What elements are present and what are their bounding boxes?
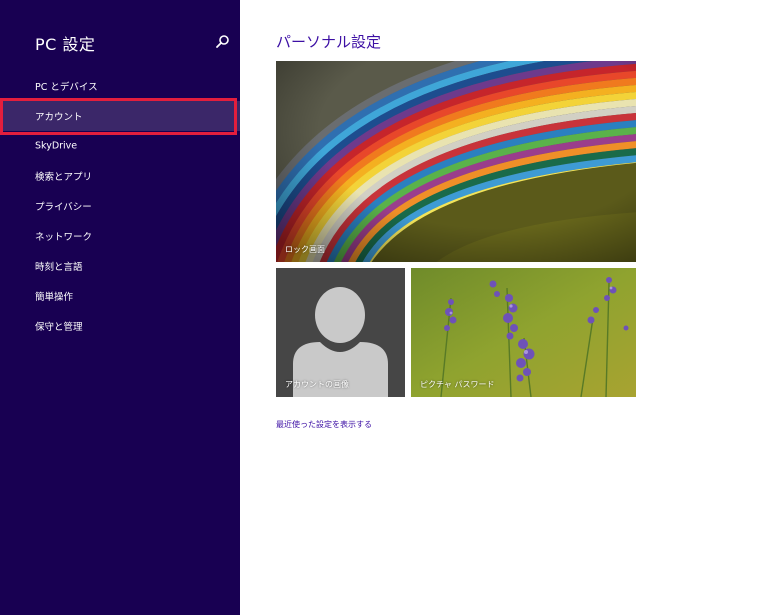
user-silhouette-icon bbox=[293, 287, 388, 397]
sidebar-item-network[interactable]: ネットワーク bbox=[0, 221, 240, 251]
sidebar: PC 設定 PC とデバイス アカウント SkyDrive 検索とアプリ プライ… bbox=[0, 0, 240, 615]
sidebar-item-label: 検索とアプリ bbox=[35, 172, 93, 183]
sidebar-title: PC 設定 bbox=[35, 35, 96, 54]
lock-screen-label: ロック画面 bbox=[285, 245, 325, 254]
sidebar-item-label: 保守と管理 bbox=[35, 322, 83, 333]
search-icon[interactable] bbox=[213, 33, 231, 51]
sidebar-item-label: SkyDrive bbox=[35, 140, 78, 152]
account-picture-label: アカウントの画像 bbox=[285, 380, 349, 389]
sidebar-item-skydrive[interactable]: SkyDrive bbox=[0, 131, 240, 161]
lock-screen-image bbox=[276, 61, 636, 262]
sidebar-item-privacy[interactable]: プライバシー bbox=[0, 191, 240, 221]
recent-settings-link[interactable]: 最近使った設定を表示する bbox=[276, 419, 372, 430]
sidebar-item-label: 時刻と言語 bbox=[35, 262, 83, 273]
sidebar-item-accounts[interactable]: アカウント bbox=[0, 101, 240, 131]
sidebar-item-ease-of-access[interactable]: 簡単操作 bbox=[0, 281, 240, 311]
sidebar-item-label: プライバシー bbox=[35, 202, 92, 213]
sidebar-item-update-and-recovery[interactable]: 保守と管理 bbox=[0, 311, 240, 341]
sidebar-item-pc-and-devices[interactable]: PC とデバイス bbox=[0, 71, 240, 101]
sidebar-item-label: 簡単操作 bbox=[35, 292, 74, 303]
sidebar-item-search-and-apps[interactable]: 検索とアプリ bbox=[0, 161, 240, 191]
sidebar-item-time-and-language[interactable]: 時刻と言語 bbox=[0, 251, 240, 281]
sidebar-item-label: ネットワーク bbox=[35, 232, 93, 243]
page-title: パーソナル設定 bbox=[276, 33, 382, 51]
account-picture-tile[interactable]: アカウントの画像 bbox=[276, 268, 405, 397]
lavender-image bbox=[411, 268, 636, 397]
picture-password-label: ピクチャ パスワード bbox=[420, 380, 495, 389]
lock-screen-tile[interactable]: ロック画面 bbox=[276, 61, 636, 262]
picture-password-tile[interactable]: ピクチャ パスワード bbox=[411, 268, 636, 397]
sidebar-item-label: PC とデバイス bbox=[35, 82, 98, 93]
sidebar-item-label: アカウント bbox=[35, 112, 83, 123]
